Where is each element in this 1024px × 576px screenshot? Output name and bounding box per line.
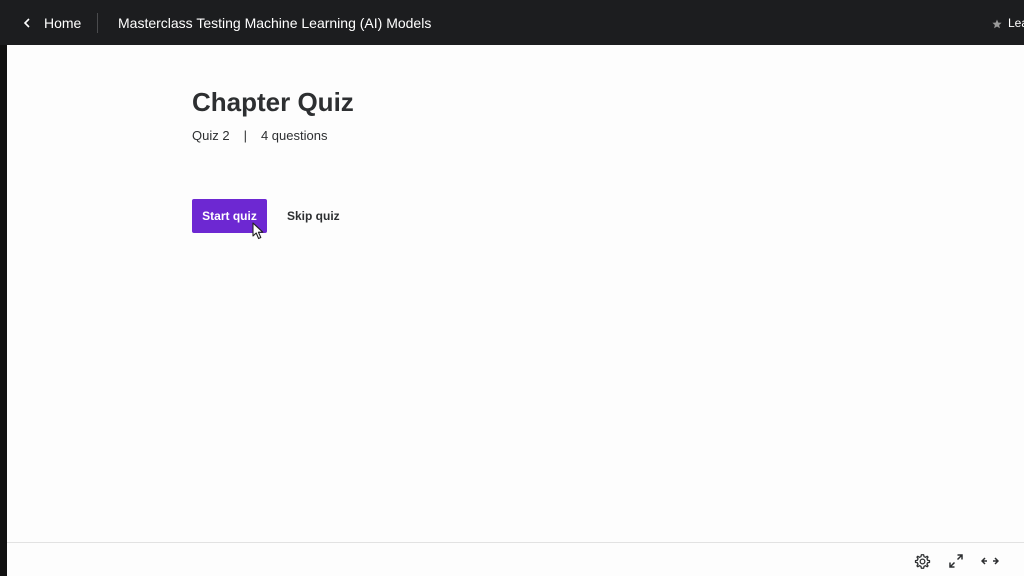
home-link[interactable]: Home: [20, 0, 81, 45]
quiz-panel: Chapter Quiz Quiz 2 | 4 questions Start …: [7, 45, 1024, 542]
player-controls: [7, 542, 1024, 576]
quiz-number: Quiz 2: [192, 128, 230, 143]
course-header: Home Masterclass Testing Machine Learnin…: [0, 0, 1024, 45]
skip-quiz-button[interactable]: Skip quiz: [279, 199, 348, 233]
header-divider: [97, 13, 98, 33]
widen-icon[interactable]: [981, 552, 999, 570]
chevron-left-icon: [20, 16, 34, 30]
expand-icon[interactable]: [947, 552, 965, 570]
course-title[interactable]: Masterclass Testing Machine Learning (AI…: [118, 0, 431, 45]
meta-separator: |: [243, 128, 247, 143]
gear-icon[interactable]: [913, 552, 931, 570]
star-icon: [992, 18, 1002, 28]
question-count: 4 questions: [260, 128, 328, 143]
page-title: Chapter Quiz: [192, 87, 354, 117]
quiz-meta: Quiz 2 | 4 questions: [192, 128, 327, 143]
app-frame: Home Masterclass Testing Machine Learnin…: [0, 0, 1024, 576]
home-label: Home: [44, 14, 82, 31]
mouse-pointer-icon: [252, 222, 266, 240]
leave-rating-button[interactable]: Leave a rating: [992, 0, 1024, 45]
leave-rating-label: Leave a rating: [1008, 15, 1024, 30]
